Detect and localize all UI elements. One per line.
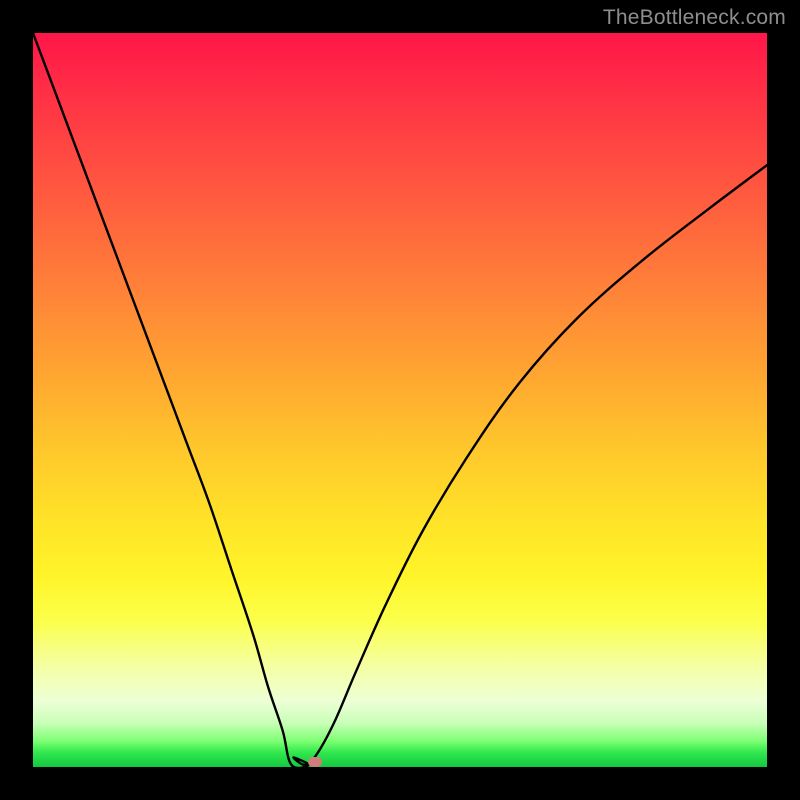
chart-frame: TheBottleneck.com: [0, 0, 800, 800]
plot-area: [33, 33, 767, 767]
curve-svg: [33, 33, 767, 767]
minimum-marker: [308, 757, 322, 767]
bottleneck-curve: [33, 33, 767, 767]
attribution-label: TheBottleneck.com: [603, 6, 786, 30]
